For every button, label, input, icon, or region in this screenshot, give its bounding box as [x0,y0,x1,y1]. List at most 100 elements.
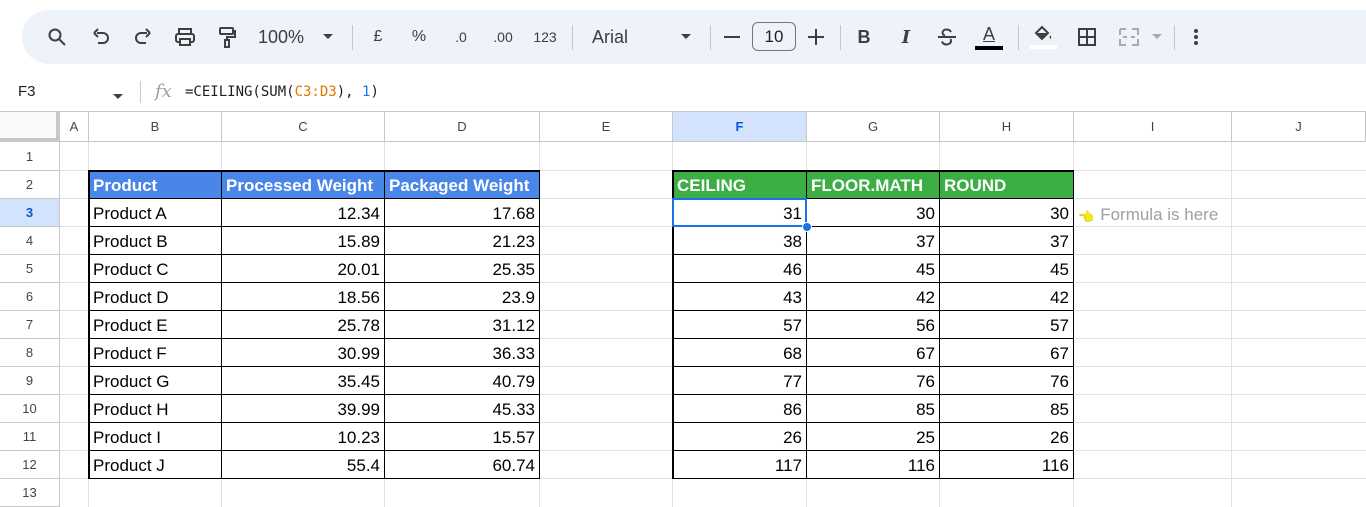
italic-button[interactable]: I [894,10,918,64]
column-header-a[interactable]: A [60,112,89,142]
result-cell[interactable]: 30 [940,199,1074,227]
row-header-1[interactable]: 1 [0,142,60,171]
weight-cell[interactable]: 35.45 [222,367,385,395]
result-cell[interactable]: 76 [940,367,1074,395]
result-cell[interactable]: 31 [673,199,807,227]
merge-dropdown-icon[interactable] [1150,10,1164,64]
product-name-cell[interactable]: Product B [89,227,222,255]
column-header-i[interactable]: I [1074,112,1232,142]
row-header-6[interactable]: 6 [0,283,60,311]
weight-cell[interactable]: 10.23 [222,423,385,451]
column-header-d[interactable]: D [385,112,540,142]
weight-cell[interactable]: 23.9 [385,283,540,311]
result-cell[interactable]: 85 [807,395,940,423]
paint-format-icon[interactable] [212,10,242,64]
result-cell[interactable]: 68 [673,339,807,367]
weight-cell[interactable]: 45.33 [385,395,540,423]
result-cell[interactable]: 77 [673,367,807,395]
result-cell[interactable]: 76 [807,367,940,395]
result-cell[interactable]: 56 [807,311,940,339]
result-cell[interactable]: 42 [940,283,1074,311]
weight-cell[interactable]: 31.12 [385,311,540,339]
result-cell[interactable]: 117 [673,451,807,479]
result-cell[interactable]: 37 [807,227,940,255]
row-header-10[interactable]: 10 [0,395,60,423]
row-header-4[interactable]: 4 [0,227,60,255]
table2-header-cell[interactable]: CEILING [673,171,807,199]
increase-font-size-icon[interactable] [804,10,828,64]
product-name-cell[interactable]: Product I [89,423,222,451]
result-cell[interactable]: 38 [673,227,807,255]
product-name-cell[interactable]: Product H [89,395,222,423]
currency-format-button[interactable]: £ [365,10,391,64]
bold-button[interactable]: B [852,10,876,64]
text-color-button[interactable]: A [974,10,1004,64]
result-cell[interactable]: 42 [807,283,940,311]
weight-cell[interactable]: 21.23 [385,227,540,255]
weight-cell[interactable]: 36.33 [385,339,540,367]
weight-cell[interactable]: 40.79 [385,367,540,395]
row-header-2[interactable]: 2 [0,171,60,199]
borders-icon[interactable] [1072,10,1102,64]
table1-header-cell[interactable]: Packaged Weight [385,171,540,199]
weight-cell[interactable]: 15.89 [222,227,385,255]
row-header-5[interactable]: 5 [0,255,60,283]
weight-cell[interactable]: 15.57 [385,423,540,451]
result-cell[interactable]: 26 [940,423,1074,451]
select-all-corner[interactable] [0,112,60,142]
print-icon[interactable] [170,10,200,64]
more-formats-button[interactable]: 123 [528,10,562,64]
table2-header-cell[interactable]: FLOOR.MATH [807,171,940,199]
redo-icon[interactable] [128,10,158,64]
row-header-13[interactable]: 13 [0,479,60,507]
column-header-e[interactable]: E [540,112,673,142]
result-cell[interactable]: 45 [807,255,940,283]
column-header-j[interactable]: J [1232,112,1366,142]
product-name-cell[interactable]: Product G [89,367,222,395]
cell-grid[interactable]: Product Processed Weight Packaged Weight Pr… [60,142,1366,507]
font-family-select[interactable]: Arial [592,10,652,64]
column-header-h[interactable]: H [940,112,1074,142]
name-box[interactable]: F3 [18,73,36,111]
decrease-decimal-button[interactable]: .0 [446,10,476,64]
font-size-input[interactable]: 10 [752,22,796,51]
weight-cell[interactable]: 25.35 [385,255,540,283]
result-cell[interactable]: 57 [940,311,1074,339]
result-cell[interactable]: 25 [807,423,940,451]
fill-handle[interactable] [802,222,812,232]
product-name-cell[interactable]: Product F [89,339,222,367]
weight-cell[interactable]: 18.56 [222,283,385,311]
column-header-c[interactable]: C [222,112,385,142]
weight-cell[interactable]: 12.34 [222,199,385,227]
row-header-8[interactable]: 8 [0,339,60,367]
name-box-dropdown-icon[interactable] [112,88,124,106]
result-cell[interactable]: 85 [940,395,1074,423]
weight-cell[interactable]: 55.4 [222,451,385,479]
result-cell[interactable]: 26 [673,423,807,451]
zoom-select[interactable]: 100% [256,10,306,64]
weight-cell[interactable]: 25.78 [222,311,385,339]
result-cell[interactable]: 116 [940,451,1074,479]
merge-cells-icon[interactable] [1114,10,1144,64]
result-cell[interactable]: 43 [673,283,807,311]
decrease-font-size-icon[interactable] [720,10,744,64]
column-header-b[interactable]: B [89,112,222,142]
result-cell[interactable]: 45 [940,255,1074,283]
result-cell[interactable]: 37 [940,227,1074,255]
zoom-dropdown-icon[interactable] [318,10,338,64]
search-menus-icon[interactable] [42,10,72,64]
table1-header-cell[interactable]: Processed Weight [222,171,385,199]
product-name-cell[interactable]: Product A [89,199,222,227]
product-name-cell[interactable]: Product D [89,283,222,311]
strikethrough-icon[interactable] [934,10,960,64]
product-name-cell[interactable]: Product C [89,255,222,283]
product-name-cell[interactable]: Product J [89,451,222,479]
table1-header-cell[interactable]: Product [89,171,222,199]
weight-cell[interactable]: 39.99 [222,395,385,423]
result-cell[interactable]: 116 [807,451,940,479]
undo-icon[interactable] [86,10,116,64]
row-header-7[interactable]: 7 [0,311,60,339]
row-header-11[interactable]: 11 [0,423,60,451]
result-cell[interactable]: 86 [673,395,807,423]
product-name-cell[interactable]: Product E [89,311,222,339]
